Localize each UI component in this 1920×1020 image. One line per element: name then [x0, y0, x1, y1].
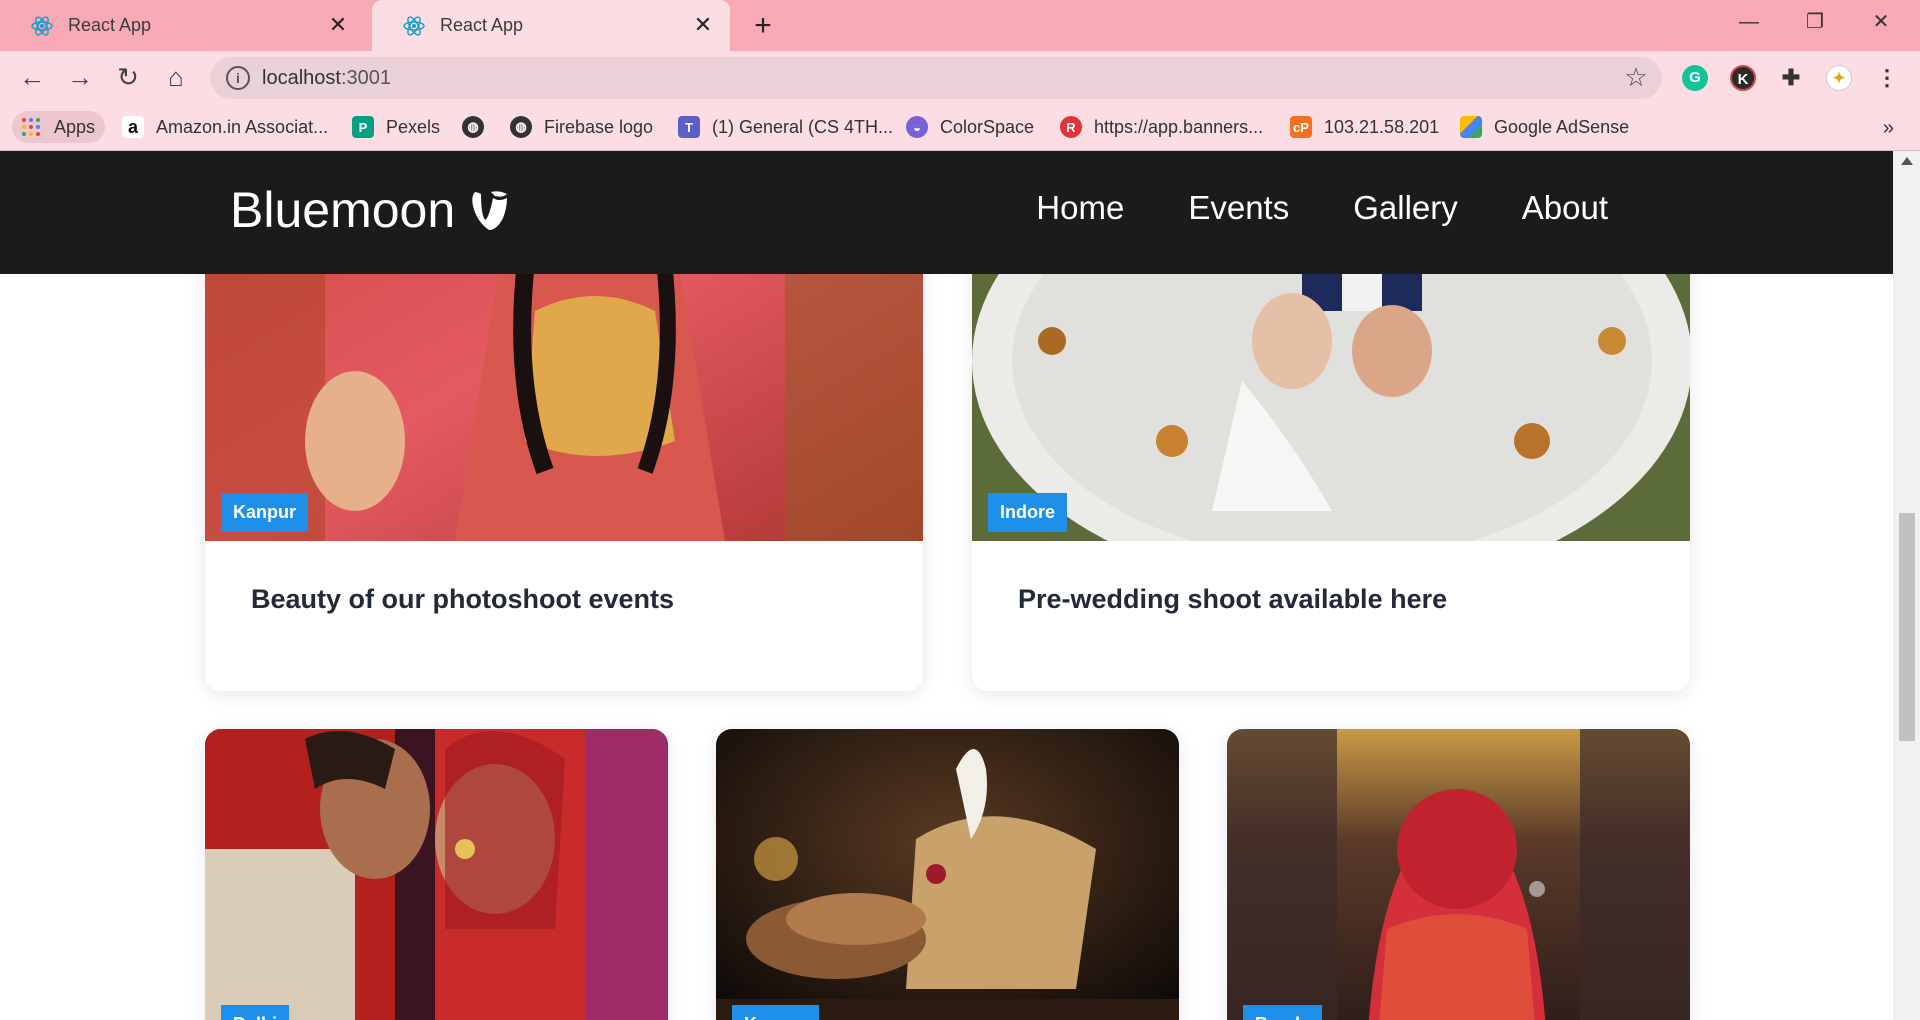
react-logo-icon	[402, 14, 426, 38]
menu-kebab-icon[interactable]: ⋮	[1874, 65, 1900, 91]
pexels-icon: P	[352, 116, 374, 138]
close-tab-icon[interactable]: ✕	[690, 12, 716, 38]
card-title[interactable]: Pre-wedding shoot available here	[1018, 584, 1447, 615]
restore-icon[interactable]: ❐	[1786, 4, 1844, 40]
event-photo	[1227, 729, 1690, 1020]
bookmark-label: 103.21.58.201	[1324, 116, 1440, 137]
close-tab-icon[interactable]: ✕	[325, 12, 351, 38]
bookmark-label: Pexels	[386, 116, 441, 137]
location-tag: Delhi	[221, 1005, 290, 1020]
lightbulb-icon[interactable]: ✦	[1826, 65, 1852, 91]
extensions-puzzle-icon[interactable]: ✚	[1778, 65, 1804, 91]
location-tag: Indore	[988, 493, 1068, 532]
browser-tab[interactable]: React App ✕	[0, 0, 365, 51]
tab-title: React App	[68, 15, 152, 35]
bookmark-amazon[interactable]: a Amazon.in Associat...	[122, 111, 328, 143]
grammarly-icon[interactable]: G	[1682, 65, 1708, 91]
event-photo	[205, 729, 668, 1020]
brand[interactable]: Bluemoon	[230, 181, 509, 239]
colorspace-icon: ◒	[906, 116, 928, 138]
page-viewport: Kanpur Beauty of our photoshoot events I…	[0, 151, 1920, 1020]
nav-about[interactable]: About	[1522, 189, 1608, 227]
close-window-icon[interactable]: ✕	[1852, 4, 1910, 40]
amazon-icon: a	[122, 116, 144, 138]
profile-avatar[interactable]: K	[1730, 65, 1756, 91]
nav-home[interactable]: Home	[1036, 189, 1124, 227]
bookmark-pexels[interactable]: P Pexels	[352, 111, 440, 143]
location-tag: Banda	[1243, 1005, 1323, 1020]
banners-icon: R	[1060, 116, 1082, 138]
bookmark-banners[interactable]: R https://app.banners...	[1060, 111, 1263, 143]
bookmark-globe[interactable]: ◍	[462, 111, 484, 143]
bookmark-firebase[interactable]: ◍ Firebase logo	[510, 111, 653, 143]
event-card[interactable]: Delhi	[205, 729, 668, 1020]
bookmark-colorspace[interactable]: ◒ ColorSpace	[906, 111, 1034, 143]
bookmark-star-icon[interactable]: ☆	[1622, 63, 1650, 91]
nav-events[interactable]: Events	[1188, 189, 1289, 227]
tab-title: React App	[440, 15, 524, 35]
globe-icon: ◍	[510, 116, 532, 138]
scrollbar-thumb[interactable]	[1899, 513, 1915, 741]
bookmark-label: https://app.banners...	[1094, 116, 1264, 137]
typo3-logo-icon	[472, 191, 508, 230]
tab-strip: React App ✕ React App ✕ + — ❐ ✕	[0, 0, 1920, 51]
cpanel-icon: cP	[1290, 116, 1312, 138]
more-bookmarks-icon[interactable]: »	[1883, 117, 1894, 140]
teams-icon: T	[678, 116, 700, 138]
address-bar[interactable]: i localhost:3001 ☆	[210, 57, 1662, 99]
bookmarks-bar: Apps a Amazon.in Associat... P Pexels ◍ …	[0, 103, 1920, 151]
forward-icon[interactable]: →	[62, 59, 98, 95]
globe-icon: ◍	[462, 116, 484, 138]
new-tab-icon[interactable]: +	[745, 8, 781, 44]
url-text[interactable]: localhost:3001	[262, 57, 391, 99]
reload-icon[interactable]: ↻	[110, 59, 146, 95]
brand-name: Bluemoon	[230, 182, 456, 238]
location-tag: Kanpur	[732, 1005, 819, 1020]
location-tag: Kanpur	[221, 493, 308, 532]
scroll-up-icon[interactable]	[1901, 157, 1913, 165]
bookmark-label: Apps	[54, 116, 96, 137]
bookmark-label: Amazon.in Associat...	[156, 116, 329, 137]
card-title[interactable]: Beauty of our photoshoot events	[251, 584, 674, 615]
bookmark-label: Firebase logo	[544, 116, 654, 137]
event-photo	[716, 729, 1179, 1020]
adsense-icon	[1460, 116, 1482, 138]
bookmark-apps[interactable]: Apps	[12, 111, 106, 143]
main-nav: Home Events Gallery About	[1036, 189, 1608, 227]
bookmark-label: Google AdSense	[1494, 116, 1630, 137]
bookmark-label: ColorSpace	[940, 116, 1035, 137]
browser-tab-active[interactable]: React App ✕	[372, 0, 730, 51]
back-icon[interactable]: ←	[14, 59, 50, 95]
event-card[interactable]: Banda	[1227, 729, 1690, 1020]
bookmark-adsense[interactable]: Google AdSense	[1460, 111, 1629, 143]
page-scrollbar[interactable]	[1893, 151, 1920, 1020]
bookmark-teams[interactable]: T (1) General (CS 4TH...	[678, 111, 893, 143]
minimize-icon[interactable]: —	[1720, 4, 1778, 40]
event-card[interactable]: Kanpur	[716, 729, 1179, 1020]
site-navbar: Bluemoon Home Events Gallery About	[0, 151, 1893, 274]
bookmark-ip[interactable]: cP 103.21.58.201	[1290, 111, 1439, 143]
react-logo-icon	[30, 14, 54, 38]
home-icon[interactable]: ⌂	[158, 59, 194, 95]
nav-gallery[interactable]: Gallery	[1353, 189, 1458, 227]
site-info-icon[interactable]: i	[226, 66, 250, 90]
bookmark-label: (1) General (CS 4TH...	[712, 116, 894, 137]
apps-grid-icon	[20, 116, 42, 138]
browser-toolbar: ← → ↻ ⌂ i localhost:3001 ☆ G K ✚ ✦ ⋮	[0, 51, 1920, 103]
